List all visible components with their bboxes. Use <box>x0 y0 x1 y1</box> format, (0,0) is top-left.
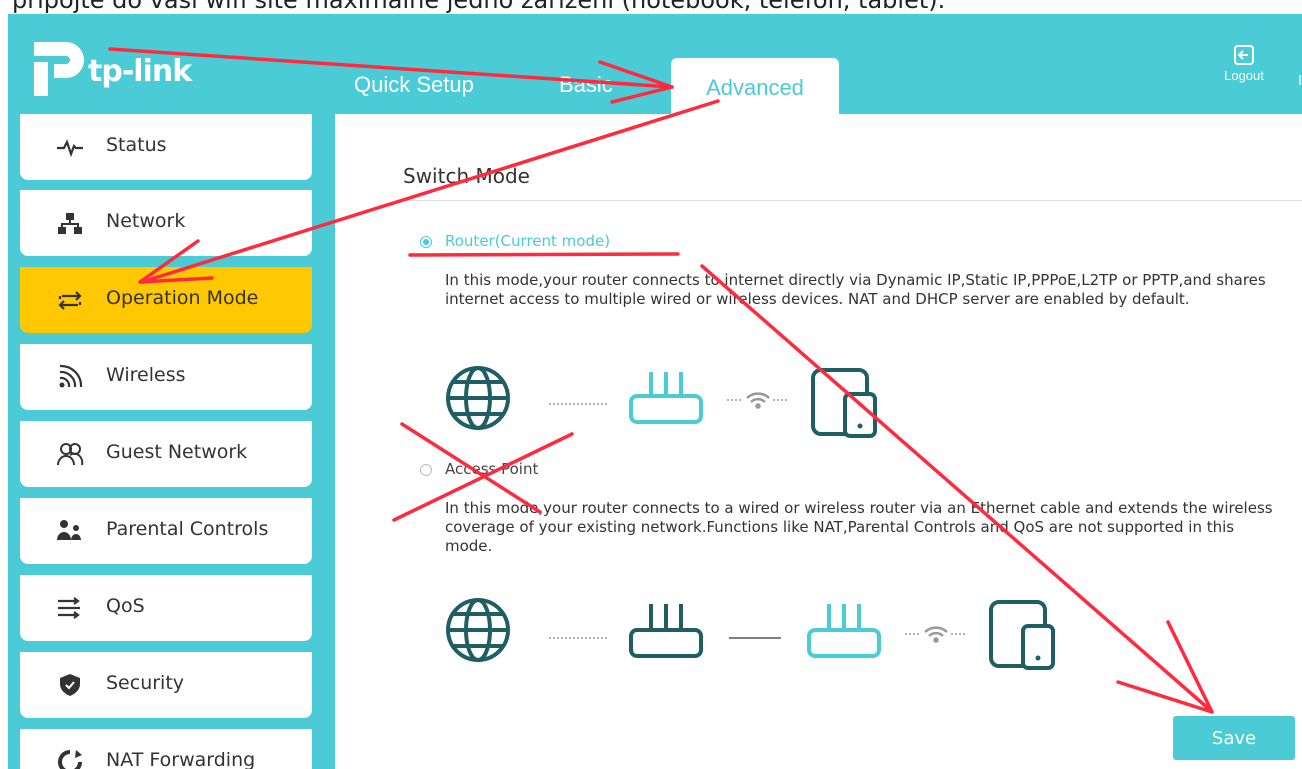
wifi-signal-icon <box>924 626 948 643</box>
tab-quick-setup[interactable]: Quick Setup <box>354 72 474 98</box>
devices-icon <box>989 600 1055 670</box>
wifi-signal-icon <box>746 392 770 409</box>
router-mode-description: In this mode,your router connects to int… <box>445 271 1266 308</box>
sidebar-item-label: Wireless <box>106 364 186 386</box>
sidebar-item-network[interactable]: Network <box>20 190 312 256</box>
device-button-dot <box>1035 655 1041 661</box>
guests-icon <box>57 443 84 466</box>
save-button[interactable]: Save <box>1173 716 1295 760</box>
router-icon <box>629 372 703 424</box>
sidebar-item-status[interactable]: Status <box>20 114 312 180</box>
instruction-text: připojte do vaší wifi sítě maximálně jed… <box>12 0 946 14</box>
tab-basic[interactable]: Basic <box>559 72 613 98</box>
family-icon <box>57 520 81 540</box>
sidebar-item-label: Operation Mode <box>106 287 259 309</box>
nat-icon <box>58 750 82 769</box>
access-point-diagram <box>446 598 1055 670</box>
sidebar-item-label: Guest Network <box>106 441 248 463</box>
devices-icon <box>811 368 877 438</box>
globe-icon <box>446 598 510 662</box>
swap-icon <box>58 291 82 310</box>
sidebar-item-label: QoS <box>106 595 145 617</box>
sidebar-item-qos[interactable]: QoS <box>20 575 312 641</box>
access-point-mode-label[interactable]: Access Point <box>445 460 538 478</box>
device-button-dot <box>857 423 863 429</box>
sidebar-item-guest-network[interactable]: Guest Network <box>20 421 312 487</box>
tp-link-logo-icon <box>34 42 84 96</box>
sidebar-item-wireless[interactable]: Wireless <box>20 344 312 410</box>
router-mode-radio[interactable] <box>420 236 432 248</box>
instruction-text-strip: připojte do vaší wifi sítě maximálně jed… <box>0 0 1302 14</box>
access-point-mode-radio[interactable] <box>420 464 432 476</box>
sidebar-item-label: NAT Forwarding <box>106 749 256 769</box>
sidebar-item-parental-controls[interactable]: Parental Controls <box>20 498 312 564</box>
network-icon <box>58 213 82 234</box>
router-mode-label[interactable]: Router(Current mode) <box>445 232 610 250</box>
page-title: Switch Mode <box>403 164 530 188</box>
main-router-icon <box>629 604 703 658</box>
sidebar-item-label: Status <box>106 134 167 156</box>
sidebar-item-nat-forwarding[interactable]: NAT Forwarding <box>20 729 312 769</box>
qos-icon <box>58 597 80 619</box>
access-point-mode-description: In this mode,your router connects to a w… <box>445 499 1273 555</box>
logout-icon <box>1234 45 1254 65</box>
access-point-router-icon <box>807 604 881 658</box>
pulse-icon <box>57 139 83 158</box>
logout-button[interactable]: Logout <box>1214 44 1274 83</box>
brand-logo-text: tp-link <box>88 54 192 89</box>
tab-advanced[interactable]: Advanced <box>671 58 839 118</box>
logout-label: Logout <box>1224 68 1264 83</box>
sidebar-item-label: Parental Controls <box>106 518 269 540</box>
router-admin-frame: tp-link Quick Setup Basic Advanced Logou… <box>8 14 1302 769</box>
sidebar-item-label: Network <box>106 210 186 232</box>
router-mode-diagram <box>446 366 877 438</box>
sidebar-item-label: Security <box>106 672 185 694</box>
sidebar-item-security[interactable]: Security <box>20 652 312 718</box>
header-edge-fragment: I <box>1298 74 1302 89</box>
main-content: Switch Mode Router(Current mode) In this… <box>335 114 1302 769</box>
globe-icon <box>446 366 510 430</box>
sidebar-item-operation-mode[interactable]: Operation Mode <box>20 267 312 333</box>
title-divider <box>403 200 1302 201</box>
shield-icon <box>60 674 80 696</box>
wireless-icon <box>59 364 83 388</box>
